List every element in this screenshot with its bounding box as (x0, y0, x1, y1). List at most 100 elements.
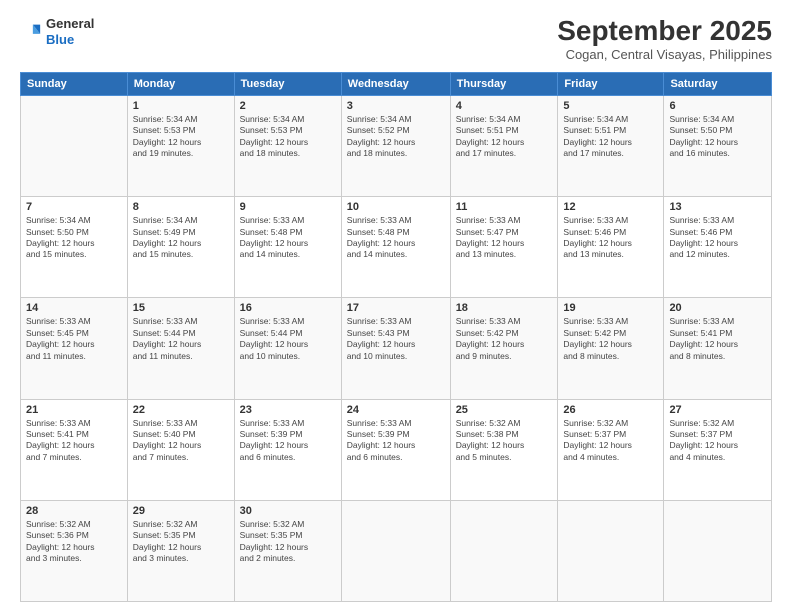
col-sunday: Sunday (21, 72, 128, 95)
logo-icon (20, 21, 42, 43)
day-info: Sunrise: 5:32 AM Sunset: 5:36 PM Dayligh… (26, 519, 122, 565)
day-info: Sunrise: 5:33 AM Sunset: 5:41 PM Dayligh… (669, 316, 766, 362)
calendar-cell: 22 Sunrise: 5:33 AM Sunset: 5:40 PM Dayli… (127, 399, 234, 500)
col-saturday: Saturday (664, 72, 772, 95)
day-info: Sunrise: 5:32 AM Sunset: 5:35 PM Dayligh… (240, 519, 336, 565)
day-info: Sunrise: 5:33 AM Sunset: 5:41 PM Dayligh… (26, 418, 122, 464)
day-info: Sunrise: 5:34 AM Sunset: 5:53 PM Dayligh… (240, 114, 336, 160)
day-number: 8 (133, 201, 229, 213)
day-info: Sunrise: 5:32 AM Sunset: 5:35 PM Dayligh… (133, 519, 229, 565)
calendar-cell: 26Sunrise: 5:32 AM Sunset: 5:37 PM Dayli… (558, 399, 664, 500)
logo-blue: Blue (46, 32, 94, 48)
calendar-cell: 27 Sunrise: 5:32 AM Sunset: 5:37 PM Dayli… (664, 399, 772, 500)
day-number: 7 (26, 201, 122, 213)
day-info: Sunrise: 5:33 AM Sunset: 5:39 PM Dayligh… (347, 418, 445, 464)
calendar-cell: 8 Sunrise: 5:34 AM Sunset: 5:49 PM Daylig… (127, 197, 234, 298)
day-number: 15 (133, 302, 229, 314)
calendar-table: Sunday Monday Tuesday Wednesday Thursday… (20, 72, 772, 602)
calendar-week-3: 14 Sunrise: 5:33 AM Sunset: 5:45 PM Dayli… (21, 298, 772, 399)
day-info: Sunrise: 5:33 AM Sunset: 5:48 PM Dayligh… (240, 215, 336, 261)
day-info: Sunrise: 5:34 AM Sunset: 5:51 PM Dayligh… (563, 114, 658, 160)
day-number: 30 (240, 505, 336, 517)
calendar-cell: 25 Sunrise: 5:32 AM Sunset: 5:38 PM Dayli… (450, 399, 558, 500)
day-number: 27 (669, 404, 766, 416)
day-number: 5 (563, 100, 658, 112)
calendar-cell: 13 Sunrise: 5:33 AM Sunset: 5:46 PM Dayli… (664, 197, 772, 298)
day-number: 11 (456, 201, 553, 213)
calendar-week-5: 28 Sunrise: 5:32 AM Sunset: 5:36 PM Dayli… (21, 500, 772, 601)
day-info: Sunrise: 5:33 AM Sunset: 5:42 PM Dayligh… (456, 316, 553, 362)
calendar-page: General Blue September 2025 Cogan, Centr… (0, 0, 792, 612)
header: General Blue September 2025 Cogan, Centr… (20, 16, 772, 62)
calendar-week-4: 21 Sunrise: 5:33 AM Sunset: 5:41 PM Dayli… (21, 399, 772, 500)
day-info: Sunrise: 5:32 AM Sunset: 5:38 PM Dayligh… (456, 418, 553, 464)
calendar-cell: 1Sunrise: 5:34 AM Sunset: 5:53 PM Daylig… (127, 95, 234, 196)
calendar-week-2: 7 Sunrise: 5:34 AM Sunset: 5:50 PM Daylig… (21, 197, 772, 298)
calendar-cell: 16Sunrise: 5:33 AM Sunset: 5:44 PM Dayli… (234, 298, 341, 399)
calendar-cell: 21 Sunrise: 5:33 AM Sunset: 5:41 PM Dayli… (21, 399, 128, 500)
day-number: 13 (669, 201, 766, 213)
calendar-cell (450, 500, 558, 601)
calendar-cell: 9 Sunrise: 5:33 AM Sunset: 5:48 PM Daylig… (234, 197, 341, 298)
calendar-cell: 20 Sunrise: 5:33 AM Sunset: 5:41 PM Dayli… (664, 298, 772, 399)
calendar-cell: 24 Sunrise: 5:33 AM Sunset: 5:39 PM Dayli… (341, 399, 450, 500)
day-number: 21 (26, 404, 122, 416)
col-thursday: Thursday (450, 72, 558, 95)
day-number: 12 (563, 201, 658, 213)
calendar-cell: 6 Sunrise: 5:34 AM Sunset: 5:50 PM Daylig… (664, 95, 772, 196)
day-info: Sunrise: 5:33 AM Sunset: 5:39 PM Dayligh… (240, 418, 336, 464)
day-info: Sunrise: 5:34 AM Sunset: 5:50 PM Dayligh… (26, 215, 122, 261)
day-info: Sunrise: 5:34 AM Sunset: 5:51 PM Dayligh… (456, 114, 553, 160)
col-friday: Friday (558, 72, 664, 95)
day-number: 20 (669, 302, 766, 314)
day-number: 26 (563, 404, 658, 416)
day-info: Sunrise: 5:33 AM Sunset: 5:44 PM Dayligh… (240, 316, 336, 362)
calendar-cell: 11Sunrise: 5:33 AM Sunset: 5:47 PM Dayli… (450, 197, 558, 298)
day-number: 24 (347, 404, 445, 416)
calendar-cell (21, 95, 128, 196)
calendar-cell: 4 Sunrise: 5:34 AM Sunset: 5:51 PM Daylig… (450, 95, 558, 196)
day-number: 22 (133, 404, 229, 416)
calendar-cell: 14 Sunrise: 5:33 AM Sunset: 5:45 PM Dayli… (21, 298, 128, 399)
day-info: Sunrise: 5:34 AM Sunset: 5:52 PM Dayligh… (347, 114, 445, 160)
day-number: 6 (669, 100, 766, 112)
day-number: 28 (26, 505, 122, 517)
day-info: Sunrise: 5:33 AM Sunset: 5:44 PM Dayligh… (133, 316, 229, 362)
day-info: Sunrise: 5:33 AM Sunset: 5:48 PM Dayligh… (347, 215, 445, 261)
day-number: 19 (563, 302, 658, 314)
calendar-week-1: 1Sunrise: 5:34 AM Sunset: 5:53 PM Daylig… (21, 95, 772, 196)
calendar-cell: 19Sunrise: 5:33 AM Sunset: 5:42 PM Dayli… (558, 298, 664, 399)
calendar-cell: 5 Sunrise: 5:34 AM Sunset: 5:51 PM Daylig… (558, 95, 664, 196)
calendar-cell: 12 Sunrise: 5:33 AM Sunset: 5:46 PM Dayli… (558, 197, 664, 298)
day-number: 9 (240, 201, 336, 213)
logo-general: General (46, 16, 94, 32)
day-info: Sunrise: 5:33 AM Sunset: 5:40 PM Dayligh… (133, 418, 229, 464)
day-info: Sunrise: 5:33 AM Sunset: 5:46 PM Dayligh… (563, 215, 658, 261)
col-wednesday: Wednesday (341, 72, 450, 95)
day-number: 10 (347, 201, 445, 213)
day-number: 14 (26, 302, 122, 314)
title-block: September 2025 Cogan, Central Visayas, P… (557, 16, 772, 62)
day-number: 25 (456, 404, 553, 416)
day-number: 4 (456, 100, 553, 112)
calendar-cell: 17 Sunrise: 5:33 AM Sunset: 5:43 PM Dayli… (341, 298, 450, 399)
calendar-cell (341, 500, 450, 601)
day-number: 17 (347, 302, 445, 314)
calendar-cell (558, 500, 664, 601)
logo: General Blue (20, 16, 94, 47)
calendar-cell: 23Sunrise: 5:33 AM Sunset: 5:39 PM Dayli… (234, 399, 341, 500)
day-info: Sunrise: 5:32 AM Sunset: 5:37 PM Dayligh… (669, 418, 766, 464)
calendar-cell: 2 Sunrise: 5:34 AM Sunset: 5:53 PM Daylig… (234, 95, 341, 196)
day-info: Sunrise: 5:34 AM Sunset: 5:50 PM Dayligh… (669, 114, 766, 160)
day-number: 29 (133, 505, 229, 517)
day-info: Sunrise: 5:33 AM Sunset: 5:46 PM Dayligh… (669, 215, 766, 261)
day-number: 2 (240, 100, 336, 112)
calendar-cell: 29 Sunrise: 5:32 AM Sunset: 5:35 PM Dayli… (127, 500, 234, 601)
day-info: Sunrise: 5:33 AM Sunset: 5:43 PM Dayligh… (347, 316, 445, 362)
day-number: 3 (347, 100, 445, 112)
day-info: Sunrise: 5:33 AM Sunset: 5:45 PM Dayligh… (26, 316, 122, 362)
month-title: September 2025 (557, 16, 772, 47)
calendar-cell: 28 Sunrise: 5:32 AM Sunset: 5:36 PM Dayli… (21, 500, 128, 601)
day-info: Sunrise: 5:34 AM Sunset: 5:49 PM Dayligh… (133, 215, 229, 261)
logo-text: General Blue (46, 16, 94, 47)
